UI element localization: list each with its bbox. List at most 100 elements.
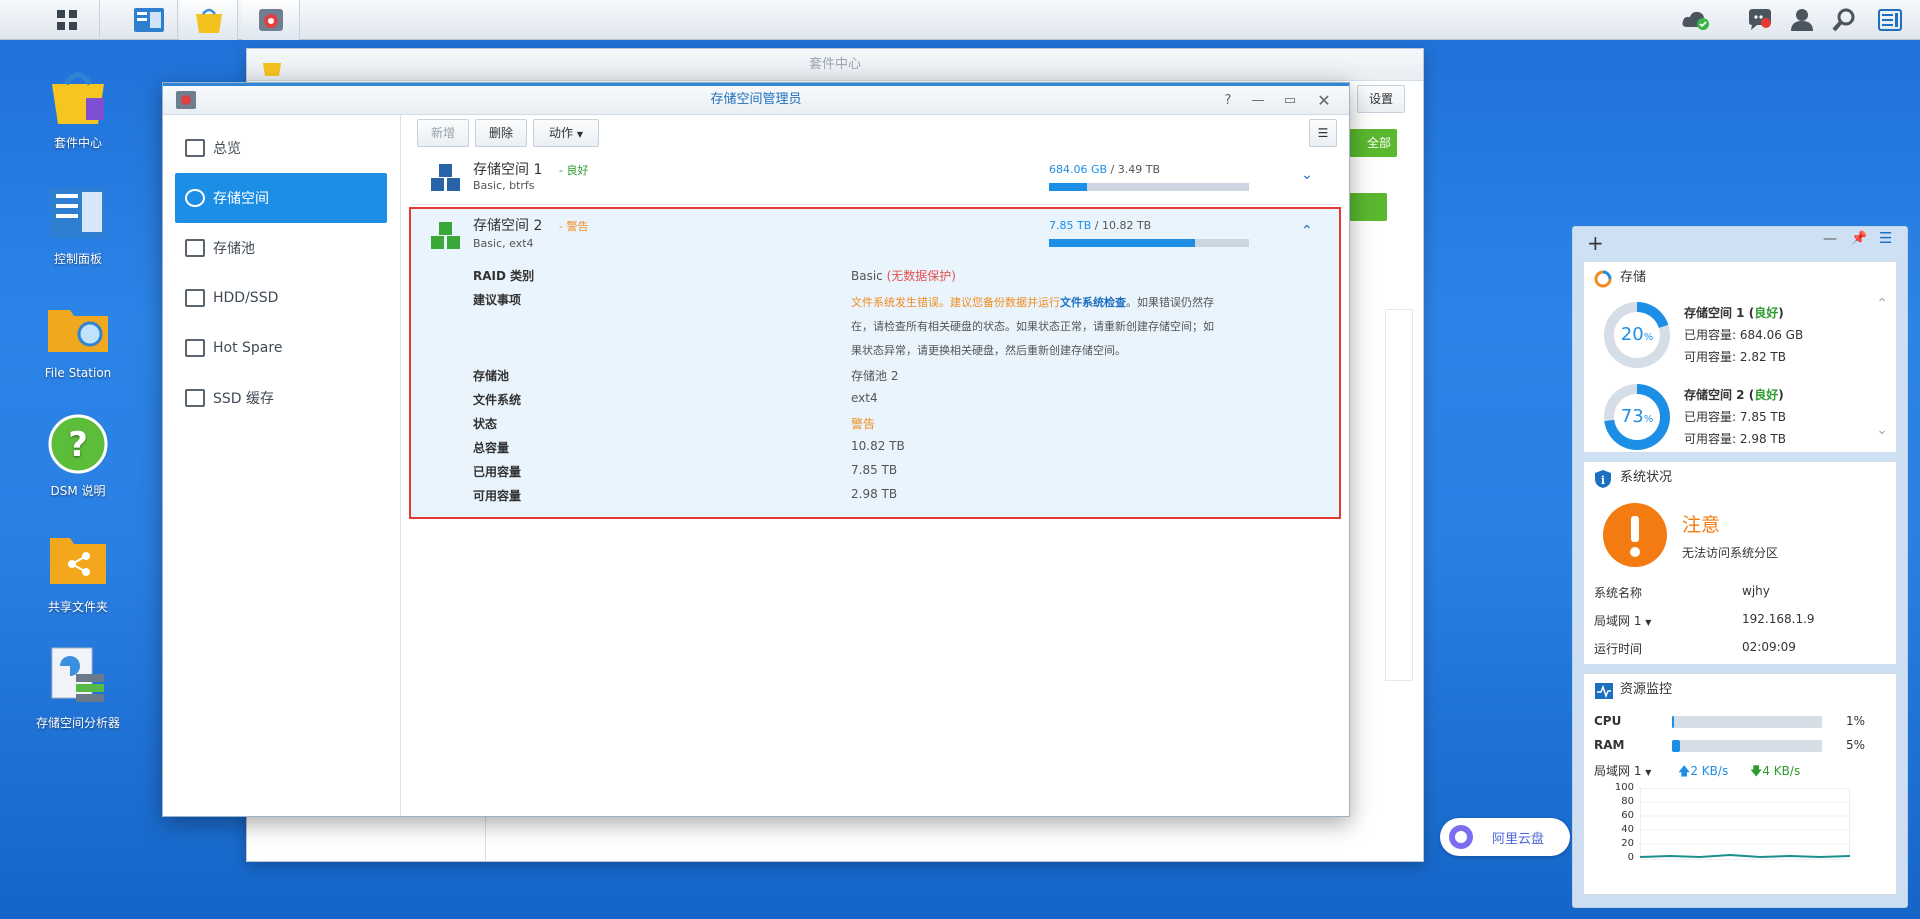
ram-meter — [1672, 740, 1822, 752]
desktop-icon-label: DSM 说明 — [50, 484, 106, 498]
free-value: 2.98 TB — [1739, 432, 1786, 446]
lan-select[interactable]: 局域网 1 ▼ — [1594, 762, 1651, 779]
scroll-up-chevron-icon[interactable]: ⌃ — [1876, 296, 1888, 312]
pin-icon[interactable]: 📌 — [1851, 231, 1867, 246]
percent-unit: % — [1643, 332, 1654, 343]
storage-widget: 存储 20% 存储空间 1 (良好) 已用容量: 684.06 GB 可用容量:… — [1583, 261, 1897, 453]
cpu-label: CPU — [1594, 714, 1622, 728]
disk-icon — [185, 289, 205, 307]
fs-check-link[interactable]: 文件系统检查 — [1060, 296, 1126, 309]
y-tick-label: 80 — [1621, 796, 1634, 807]
sidebar-item-hdd-ssd[interactable]: HDD/SSD — [175, 273, 387, 323]
notifications-button[interactable] — [1740, 0, 1780, 40]
advice-line: 在，请检查所有相关硬盘的状态。如果状态正常，请重新创建存储空间；如 — [851, 320, 1214, 333]
storage-item-name: 存储空间 1 (良好) — [1684, 306, 1784, 320]
taskbar-storage-manager[interactable] — [242, 0, 300, 40]
desktop-icon-control-panel[interactable]: 控制面板 — [20, 180, 136, 267]
desktop-icon-package-center[interactable]: 套件中心 — [20, 64, 136, 151]
desktop-icon-shared-folder[interactable]: 共享文件夹 — [20, 528, 136, 615]
percent-value: 73 — [1620, 406, 1644, 427]
used-value: 684.06 GB — [1739, 328, 1804, 342]
total-capacity-label: 总容量 — [473, 441, 510, 455]
raid-type-value: Basic (无数据保护) — [851, 267, 956, 284]
minimize-icon[interactable]: — — [1823, 231, 1837, 247]
add-widget-icon[interactable]: + — [1587, 231, 1604, 255]
volume-status: - 警告 — [559, 220, 589, 233]
used-capacity-label: 已用容量 — [473, 465, 522, 479]
search-icon — [1832, 8, 1855, 32]
volume-cubes-icon — [429, 221, 463, 258]
package-action-button[interactable] — [1347, 193, 1387, 221]
svg-text:?: ? — [68, 425, 88, 465]
settings-button[interactable]: 设置 — [1357, 85, 1405, 113]
search-button[interactable] — [1824, 0, 1864, 40]
network-chart — [1640, 788, 1850, 860]
ssd-cache-icon — [185, 389, 205, 407]
desktop-icon-dsm-help[interactable]: ? DSM 说明 — [20, 412, 136, 499]
window-titlebar: 存储空间管理员 ? — ▭ ✕ — [163, 83, 1349, 115]
free-value: 2.82 TB — [1739, 350, 1786, 364]
scroll-down-chevron-icon[interactable]: ⌄ — [1876, 422, 1888, 438]
taskbar-control-panel[interactable] — [120, 0, 178, 40]
volume-row[interactable]: 存储空间 1 - 良好 Basic, btrfs 684.06 GB / 3.4… — [411, 155, 1339, 205]
desktop-icon-label: 套件中心 — [53, 136, 102, 150]
expand-chevron-icon[interactable]: ⌄ — [1301, 167, 1313, 183]
status-text: 良好 — [566, 164, 589, 177]
sidebar-item-overview[interactable]: 总览 — [175, 123, 387, 173]
cloud-drive-icon — [1449, 825, 1473, 849]
cloud-sync-status[interactable] — [1676, 0, 1716, 40]
usage-bar-fill — [1049, 183, 1087, 191]
delete-button[interactable]: 删除 — [475, 119, 527, 147]
widgets-toggle[interactable] — [1870, 0, 1910, 40]
advice-warning: 文件系统发生错误。建议您备份数据并运行 — [851, 296, 1060, 309]
update-all-button[interactable]: 全部 — [1347, 129, 1397, 157]
storage-donut: 73% — [1604, 384, 1670, 450]
action-dropdown[interactable]: 动作 ▼ — [533, 119, 599, 147]
desktop-icon-file-station[interactable]: File Station — [20, 296, 136, 380]
chat-bubble-icon — [1749, 9, 1771, 30]
free-capacity-value: 2.98 TB — [851, 487, 898, 501]
user-button[interactable] — [1782, 0, 1822, 40]
cpu-meter — [1672, 716, 1822, 728]
volume-usage-text: 7.85 TB / 10.82 TB — [1049, 219, 1152, 232]
used-value: 684.06 GB — [1049, 163, 1108, 176]
download-value: 4 KB/s — [1762, 764, 1801, 778]
collapse-chevron-icon[interactable]: ⌃ — [1301, 223, 1313, 239]
system-health-widget: i 系统状况 注意 无法访问系统分区 系统名称 wjhy 局域网 1 ▼ 192… — [1583, 461, 1897, 665]
minimize-icon[interactable]: — — [1247, 90, 1269, 112]
create-button[interactable]: 新增 — [417, 119, 469, 147]
close-icon[interactable]: ✕ — [1313, 90, 1335, 112]
advice-label: 建议事项 — [473, 293, 522, 307]
widget-panel: + — 📌 ☰ 存储 20% 存储空间 1 (良好) 已用容量: 684.06 … — [1572, 226, 1908, 908]
sidebar-item-storage-pool[interactable]: 存储池 — [175, 223, 387, 273]
sidebar-item-label: HDD/SSD — [213, 290, 279, 306]
pool-value: 存储池 2 — [851, 369, 899, 383]
sidebar-item-volume[interactable]: 存储空间 — [175, 173, 387, 223]
maximize-icon[interactable]: ▭ — [1279, 90, 1301, 112]
upload-rate: 🡅2 KB/s — [1678, 762, 1728, 783]
aliyun-drive-pill[interactable]: 阿里云盘 — [1440, 818, 1570, 856]
sort-button[interactable]: ☰ — [1309, 119, 1337, 147]
sidebar-item-label: Hot Spare — [213, 340, 283, 356]
uptime-value: 02:09:09 — [1742, 640, 1796, 654]
sidebar: 总览 存储空间 存储池 HDD/SSD Hot Spare SSD 缓存 — [163, 115, 401, 816]
lan-select[interactable]: 局域网 1 ▼ — [1594, 612, 1651, 629]
volume-name: 存储空间 2 — [473, 218, 543, 234]
main-menu-button[interactable] — [34, 0, 100, 40]
total-value: 10.82 TB — [1101, 219, 1152, 232]
arrow-up-icon: 🡅 — [1678, 764, 1691, 778]
taskbar-package-center[interactable] — [180, 0, 238, 40]
donut-percent: 73% — [1614, 394, 1660, 440]
sidebar-item-hot-spare[interactable]: Hot Spare — [175, 323, 387, 373]
help-icon[interactable]: ? — [1217, 90, 1239, 112]
panel-menu-icon[interactable]: ☰ — [1879, 229, 1892, 247]
package-center-icon — [195, 8, 222, 33]
storage-free: 可用容量: 2.98 TB — [1684, 430, 1786, 447]
resource-monitor-widget: 资源监控 CPU 1% RAM 5% 局域网 1 ▼ 🡅2 KB/s 🡇4 KB… — [1583, 673, 1897, 895]
raid-note: (无数据保护) — [886, 269, 956, 283]
lan-label: 局域网 1 — [1594, 614, 1642, 628]
ram-label: RAM — [1594, 738, 1625, 752]
sidebar-item-ssd-cache[interactable]: SSD 缓存 — [175, 373, 387, 423]
state-value: 警告 — [851, 417, 876, 431]
desktop-icon-storage-analyzer[interactable]: 存储空间分析器 — [20, 644, 136, 731]
